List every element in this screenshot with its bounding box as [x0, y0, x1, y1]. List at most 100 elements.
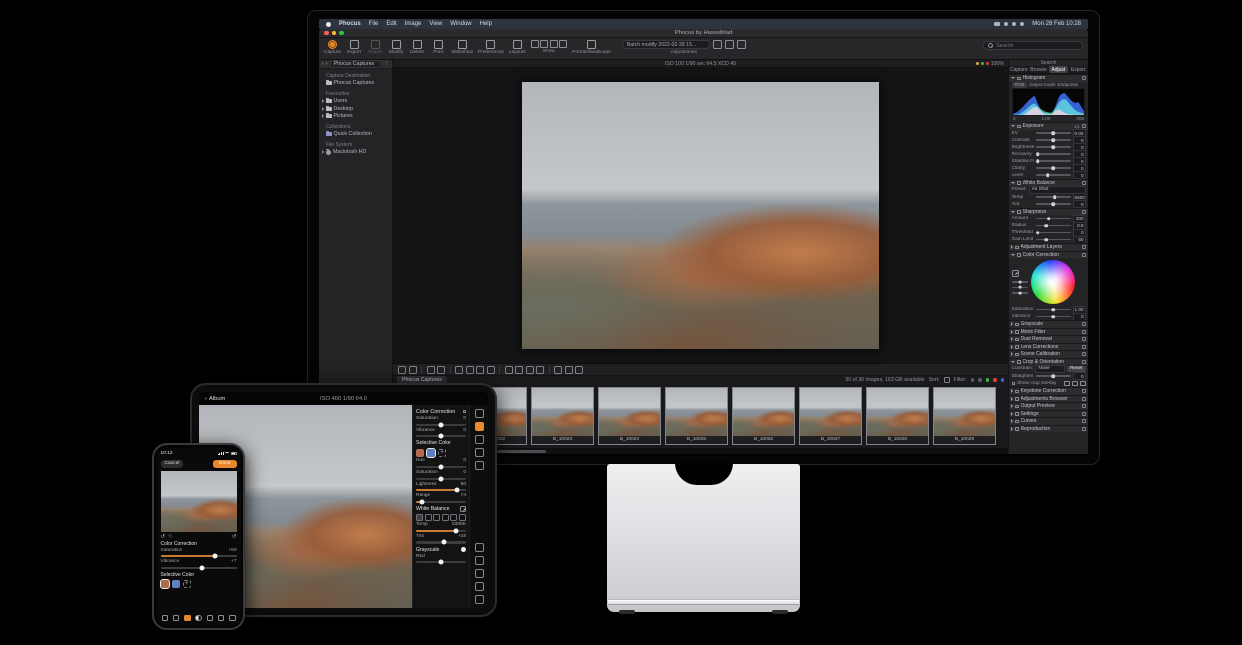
adjustments-icon[interactable] — [475, 422, 484, 431]
reset-icon[interactable] — [463, 410, 467, 414]
forward-icon[interactable]: › — [326, 61, 328, 67]
slider-knob[interactable] — [1051, 374, 1055, 378]
batch-modify-field[interactable]: Batch modify 2022-02-28 15... — [622, 40, 710, 49]
wb-cloudy-icon[interactable] — [433, 514, 440, 521]
slider-knob[interactable] — [454, 528, 459, 533]
zoom-tool-icon[interactable] — [487, 366, 495, 374]
section-adjustment-layers[interactable]: Adjustment Layers — [1009, 243, 1088, 251]
search-icon[interactable] — [1020, 22, 1024, 26]
spot-tool-icon[interactable] — [505, 366, 513, 374]
filter-dot-red[interactable] — [993, 378, 997, 382]
undo-icon[interactable] — [475, 543, 484, 552]
slider-track[interactable] — [416, 435, 466, 437]
collapsed-section[interactable]: Moiré Filter — [1009, 328, 1088, 336]
collapsed-section[interactable]: Output Preview — [1009, 402, 1088, 410]
slider-knob[interactable] — [1051, 138, 1055, 142]
slider-track[interactable] — [1036, 309, 1071, 311]
toolbar-tool-button[interactable]: Delete — [409, 40, 425, 55]
slider-track[interactable] — [416, 561, 466, 563]
swatch-blue[interactable] — [172, 580, 180, 588]
section-options-icon[interactable] — [1082, 345, 1086, 349]
rotate-left-icon[interactable] — [1064, 381, 1070, 386]
slider-track[interactable] — [416, 478, 466, 480]
slider-track[interactable] — [416, 424, 466, 426]
slider-track[interactable] — [416, 466, 466, 468]
slider-knob[interactable] — [1036, 159, 1040, 163]
slider-knob[interactable] — [1053, 195, 1057, 199]
grayscale-toggle[interactable] — [461, 547, 467, 553]
filter-dot-green[interactable] — [986, 378, 990, 382]
folder-tree-row[interactable]: Desktop — [319, 105, 392, 113]
eyedropper-icon[interactable] — [460, 506, 466, 512]
eyedropper-icon[interactable] — [1012, 270, 1019, 277]
slider-knob[interactable] — [1036, 231, 1040, 235]
slider-track[interactable] — [1036, 218, 1071, 220]
filmstrip-thumbnail[interactable]: B_10029 — [933, 387, 996, 445]
section-options-icon[interactable] — [1082, 337, 1086, 341]
exposure-tool-icon[interactable] — [162, 615, 169, 622]
sidebar-menu-icon[interactable]: ⋮ — [384, 61, 389, 67]
revert-icon[interactable] — [475, 569, 484, 578]
section-options-icon[interactable] — [1082, 210, 1086, 214]
slider-knob[interactable] — [420, 500, 425, 505]
collapsed-section[interactable]: Grayscale — [1009, 320, 1088, 328]
rating-dot-yellow[interactable] — [976, 62, 979, 65]
slider-knob[interactable] — [1051, 315, 1055, 319]
folder-tree-row[interactable]: Collections — [319, 123, 392, 131]
collapsed-section[interactable]: Settings — [1009, 410, 1088, 418]
rotate-right-icon[interactable] — [1072, 381, 1078, 386]
rating-dot-red[interactable] — [986, 62, 989, 65]
iphone-photo[interactable] — [161, 471, 237, 532]
slider-track[interactable] — [1036, 232, 1071, 234]
color-wheel[interactable] — [1031, 260, 1075, 304]
hue-mini-slider[interactable] — [1012, 281, 1028, 282]
filmstrip-thumbnail[interactable]: B_10028 — [866, 387, 929, 445]
wifi-icon[interactable] — [1004, 22, 1008, 26]
menu-phocus[interactable]: Phocus — [339, 19, 361, 29]
apple-logo-icon[interactable] — [326, 22, 331, 27]
toolbar-tool-button[interactable]: Print — [430, 40, 446, 55]
filmstrip-thumbnail[interactable]: B_10024 — [598, 387, 661, 445]
folder-tree-row[interactable]: Quick Collection — [319, 131, 392, 139]
swatch-brown[interactable] — [416, 449, 424, 457]
previous-image-icon[interactable] — [554, 366, 562, 374]
slider-knob[interactable] — [439, 560, 444, 565]
section-options-icon[interactable] — [1082, 181, 1086, 185]
filter-dot-grey2[interactable] — [978, 378, 982, 382]
histogram-mode-button[interactable]: RGB — [1012, 82, 1027, 88]
slider-track[interactable] — [1036, 203, 1071, 205]
disclosure-icon[interactable] — [322, 150, 324, 154]
ipad-back-button[interactable]: ‹ Album — [205, 396, 225, 402]
trash-icon[interactable] — [575, 366, 583, 374]
filmstrip-thumbnail[interactable]: B_10027 — [799, 387, 862, 445]
panel-tab[interactable]: Browse — [1029, 66, 1049, 73]
slider-track[interactable] — [1036, 196, 1071, 198]
detail-tool-icon[interactable] — [173, 615, 180, 622]
control-center-icon[interactable] — [1012, 22, 1016, 26]
slider-track[interactable] — [1036, 139, 1071, 141]
toolbar-tool-button[interactable]: Import — [367, 40, 383, 55]
disclosure-icon[interactable] — [322, 114, 324, 118]
slider-knob[interactable] — [455, 488, 460, 493]
undo-icon[interactable]: ↺ — [161, 534, 166, 540]
collapsed-section[interactable]: Lens Corrections — [1009, 343, 1088, 351]
section-options-icon[interactable] — [1082, 389, 1086, 393]
crop-tool-icon[interactable] — [218, 615, 225, 622]
panel-tab[interactable]: Export — [1068, 66, 1088, 73]
slider-knob[interactable] — [439, 422, 444, 427]
slider-knob[interactable] — [439, 476, 444, 481]
slider-knob[interactable] — [1051, 145, 1055, 149]
add-swatch-button[interactable]: + — [183, 580, 191, 588]
filmstrip-thumbnail[interactable]: B_10025 — [665, 387, 728, 445]
collapsed-section[interactable]: Scene Calibration — [1009, 350, 1088, 358]
trash-icon[interactable] — [475, 595, 484, 604]
slider-knob[interactable] — [1051, 202, 1055, 206]
panel-tab[interactable]: Capture — [1009, 66, 1029, 73]
slider-track[interactable] — [161, 555, 237, 557]
section-options-icon[interactable] — [1082, 76, 1086, 80]
copy-adjustments-button[interactable] — [725, 40, 734, 49]
section-white-balance[interactable]: White Balance — [1009, 179, 1088, 187]
slider-track[interactable] — [416, 530, 466, 532]
collapsed-section[interactable]: Adjustments Browser — [1009, 395, 1088, 403]
section-color-correction[interactable]: Color Correction — [1009, 251, 1088, 259]
